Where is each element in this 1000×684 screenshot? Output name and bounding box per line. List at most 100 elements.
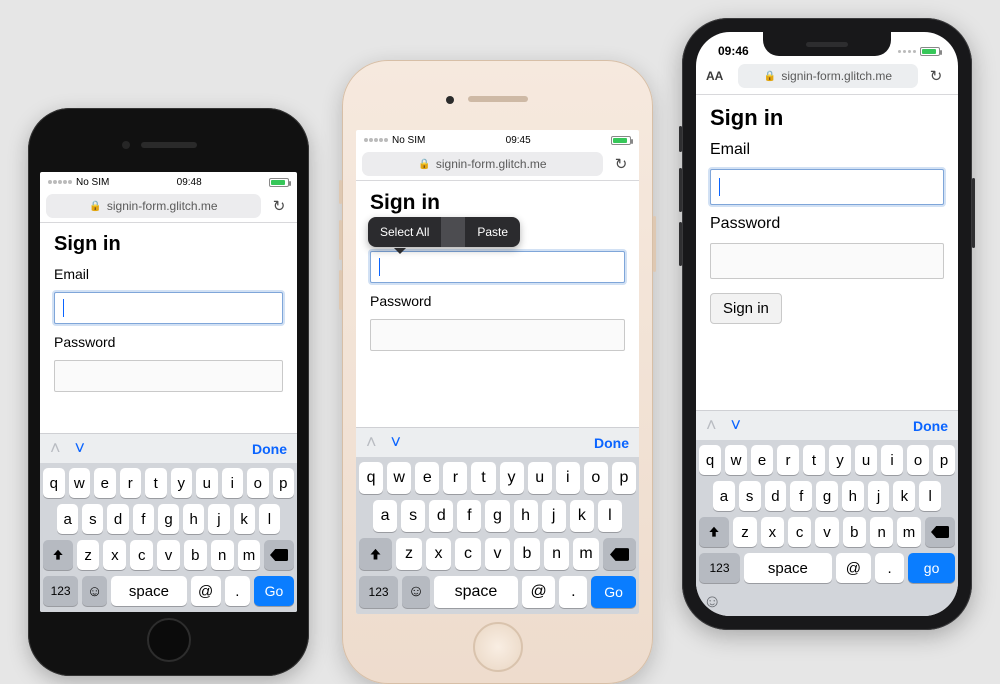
key-b[interactable]: b: [514, 538, 540, 570]
key-t[interactable]: t: [471, 462, 495, 494]
key-y[interactable]: y: [500, 462, 524, 494]
key-m[interactable]: m: [897, 517, 920, 547]
email-field[interactable]: [370, 251, 625, 283]
key-u[interactable]: u: [855, 445, 877, 475]
key-w[interactable]: w: [69, 468, 91, 498]
prev-field-chevron-icon[interactable]: ˄: [50, 438, 61, 459]
refresh-icon[interactable]: ↻: [609, 155, 633, 173]
key-n[interactable]: n: [544, 538, 570, 570]
key-k[interactable]: k: [570, 500, 594, 532]
key-o[interactable]: o: [584, 462, 608, 494]
refresh-icon[interactable]: ↻: [267, 197, 291, 215]
key-w[interactable]: w: [725, 445, 747, 475]
key-x[interactable]: x: [426, 538, 452, 570]
keyboard-done-button[interactable]: Done: [594, 435, 629, 451]
next-field-chevron-icon[interactable]: ˅: [731, 415, 742, 436]
key-m[interactable]: m: [573, 538, 599, 570]
address-field[interactable]: 🔒 signin-form.glitch.me: [738, 64, 918, 88]
prev-field-chevron-icon[interactable]: ˄: [366, 432, 377, 453]
key-h[interactable]: h: [514, 500, 538, 532]
key-q[interactable]: q: [699, 445, 721, 475]
password-field[interactable]: [370, 319, 625, 351]
key-z[interactable]: z: [396, 538, 422, 570]
next-field-chevron-icon[interactable]: ˅: [391, 432, 402, 453]
home-button[interactable]: [473, 622, 523, 672]
key-s[interactable]: s: [401, 500, 425, 532]
key-j[interactable]: j: [542, 500, 566, 532]
shift-key[interactable]: [359, 538, 392, 570]
dot-key[interactable]: .: [225, 576, 250, 606]
email-field[interactable]: [710, 169, 944, 205]
backspace-key[interactable]: [603, 538, 636, 570]
key-z[interactable]: z: [77, 540, 100, 570]
go-key[interactable]: go: [908, 553, 955, 583]
at-key[interactable]: @: [836, 553, 871, 583]
key-l[interactable]: l: [598, 500, 622, 532]
key-q[interactable]: q: [359, 462, 383, 494]
key-u[interactable]: u: [196, 468, 218, 498]
key-r[interactable]: r: [443, 462, 467, 494]
key-o[interactable]: o: [247, 468, 269, 498]
key-i[interactable]: i: [881, 445, 903, 475]
password-field[interactable]: [54, 360, 283, 392]
key-p[interactable]: p: [933, 445, 955, 475]
key-j[interactable]: j: [208, 504, 229, 534]
space-key[interactable]: space: [111, 576, 186, 606]
space-key[interactable]: space: [434, 576, 518, 608]
key-k[interactable]: k: [234, 504, 255, 534]
key-l[interactable]: l: [919, 481, 941, 511]
key-g[interactable]: g: [816, 481, 838, 511]
key-i[interactable]: i: [556, 462, 580, 494]
key-x[interactable]: x: [103, 540, 126, 570]
key-y[interactable]: y: [171, 468, 193, 498]
key-r[interactable]: r: [777, 445, 799, 475]
shift-key[interactable]: [43, 540, 73, 570]
text-size-button[interactable]: AA: [706, 69, 732, 83]
key-t[interactable]: t: [803, 445, 825, 475]
dot-key[interactable]: .: [559, 576, 587, 608]
key-m[interactable]: m: [238, 540, 261, 570]
home-button[interactable]: [147, 618, 191, 662]
key-d[interactable]: d: [429, 500, 453, 532]
key-b[interactable]: b: [843, 517, 866, 547]
key-i[interactable]: i: [222, 468, 244, 498]
go-key[interactable]: Go: [254, 576, 294, 606]
key-w[interactable]: w: [387, 462, 411, 494]
key-x[interactable]: x: [761, 517, 784, 547]
key-n[interactable]: n: [211, 540, 234, 570]
key-s[interactable]: s: [82, 504, 103, 534]
key-d[interactable]: d: [107, 504, 128, 534]
key-u[interactable]: u: [528, 462, 552, 494]
key-f[interactable]: f: [790, 481, 812, 511]
key-g[interactable]: g: [158, 504, 179, 534]
signin-button[interactable]: Sign in: [710, 293, 782, 324]
numbers-key[interactable]: 123: [43, 576, 78, 606]
next-field-chevron-icon[interactable]: ˅: [75, 438, 86, 459]
key-r[interactable]: r: [120, 468, 142, 498]
address-field[interactable]: 🔒 signin-form.glitch.me: [46, 194, 261, 218]
keyboard-done-button[interactable]: Done: [252, 441, 287, 457]
key-f[interactable]: f: [133, 504, 154, 534]
key-q[interactable]: q: [43, 468, 65, 498]
context-paste[interactable]: Paste: [465, 217, 520, 247]
key-e[interactable]: e: [94, 468, 116, 498]
backspace-key[interactable]: [264, 540, 294, 570]
key-a[interactable]: a: [373, 500, 397, 532]
key-f[interactable]: f: [457, 500, 481, 532]
numbers-key[interactable]: 123: [699, 553, 740, 583]
key-p[interactable]: p: [612, 462, 636, 494]
key-a[interactable]: a: [713, 481, 735, 511]
key-a[interactable]: a: [57, 504, 78, 534]
key-n[interactable]: n: [870, 517, 893, 547]
space-key[interactable]: space: [744, 553, 832, 583]
context-select-all[interactable]: Select All: [368, 217, 441, 247]
email-field[interactable]: [54, 292, 283, 324]
key-c[interactable]: c: [455, 538, 481, 570]
key-e[interactable]: e: [751, 445, 773, 475]
key-h[interactable]: h: [842, 481, 864, 511]
dot-key[interactable]: .: [875, 553, 904, 583]
address-field[interactable]: 🔒 signin-form.glitch.me: [362, 152, 603, 176]
key-o[interactable]: o: [907, 445, 929, 475]
key-e[interactable]: e: [415, 462, 439, 494]
key-y[interactable]: y: [829, 445, 851, 475]
